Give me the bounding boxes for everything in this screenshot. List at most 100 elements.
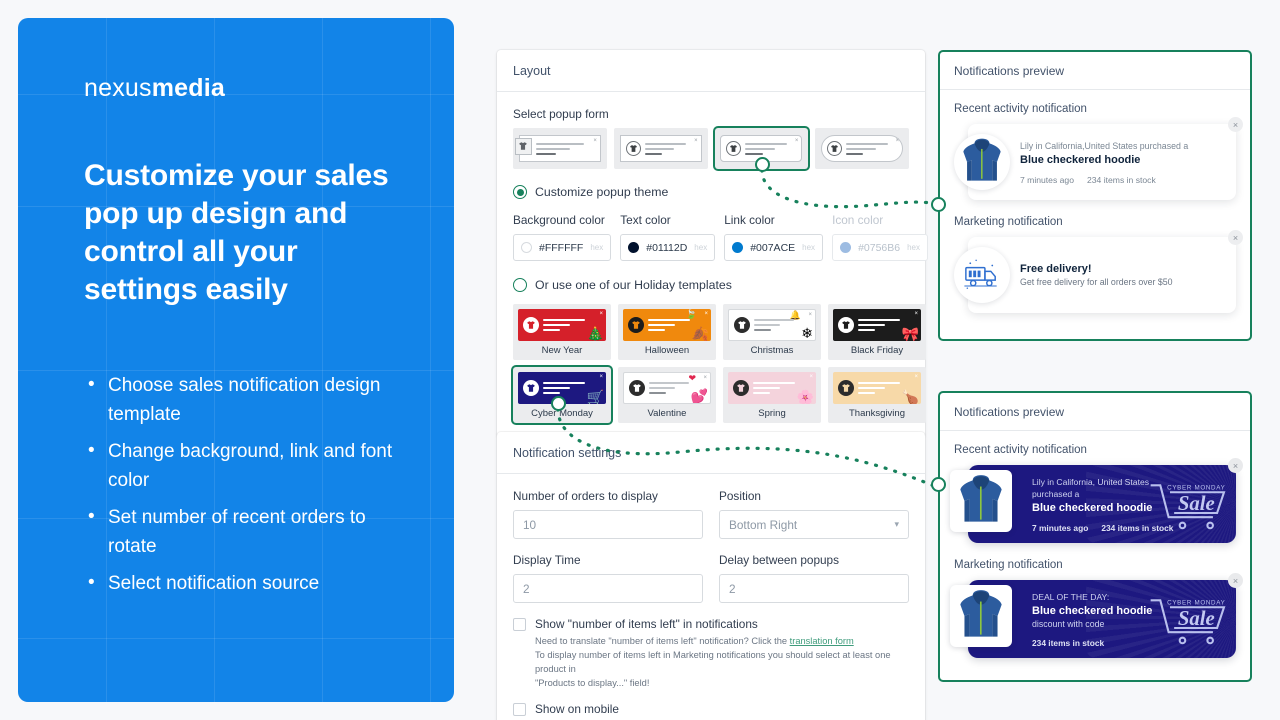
hero-bullet-item: Select notification source <box>84 568 408 598</box>
hero-panel: nexusmedia Customize your sales pop up d… <box>18 18 454 702</box>
recent-line-1: Lily in California,United States purchas… <box>1020 140 1189 151</box>
marketing-notification-dark: × DEAL OF THE DAY: Blue checkered hoodie… <box>950 573 1243 658</box>
display-time-label: Display Time <box>513 553 581 567</box>
show-on-mobile-row: Show on mobile <box>513 702 909 716</box>
recent-activity-notification: × Lily in California,United States purch… <box>954 117 1243 200</box>
template-christmas[interactable]: × ❄ 🔔 Christmas <box>723 304 821 360</box>
notifications-preview-default: Notifications preview Recent activity no… <box>938 50 1252 341</box>
radio-icon-selected <box>513 185 527 199</box>
position-label: Position <box>719 489 761 503</box>
template-name: Valentine <box>647 408 687 419</box>
product-avatar <box>954 134 1010 190</box>
popup-form-option-2[interactable]: × <box>613 128 708 169</box>
show-on-mobile-checkbox[interactable] <box>513 703 526 716</box>
template-name: Halloween <box>644 345 690 356</box>
show-items-left-checkbox[interactable] <box>513 618 526 631</box>
hero-bullet-item: Choose sales notification design templat… <box>84 370 408 429</box>
marketing-title: Blue checkered hoodie <box>1032 605 1153 617</box>
shirt-icon <box>523 317 539 333</box>
customize-popup-theme-radio[interactable]: Customize popup theme <box>513 185 909 199</box>
shirt-icon <box>838 317 854 333</box>
preview-top-recent-label: Recent activity notification <box>954 103 1087 115</box>
orders-input[interactable]: 10 <box>513 510 703 539</box>
position-field: Position Bottom Right ▾ <box>719 489 909 539</box>
text-color-input[interactable]: #01112D hex <box>620 234 716 261</box>
display-time-field: Display Time 2 <box>513 553 703 603</box>
color-fields: Background color #FFFFFF hex Text color … <box>513 213 929 261</box>
color-swatch <box>628 242 640 253</box>
background-color-label: Background color <box>513 213 605 227</box>
notification-settings-panel: Notification settings Number of orders t… <box>497 432 925 720</box>
close-icon: × <box>704 311 708 317</box>
template-name: Christmas <box>750 345 794 356</box>
product-thumbnail <box>950 585 1012 647</box>
close-icon: × <box>794 138 799 144</box>
shirt-icon <box>734 317 750 333</box>
decoration-icon-2: 🍃 <box>685 309 697 319</box>
hex-tag: hex <box>694 243 708 252</box>
holiday-templates-radio[interactable]: Or use one of our Holiday templates <box>513 278 909 292</box>
shirt-icon <box>733 380 749 396</box>
template-black-friday[interactable]: × 🎀 Black Friday <box>828 304 926 360</box>
link-color-input[interactable]: #007ACE hex <box>724 234 824 261</box>
popup-form-option-1[interactable]: × <box>513 128 607 169</box>
recent-product-title: Blue checkered hoodie <box>1020 153 1141 166</box>
close-icon: × <box>914 311 918 317</box>
close-icon: × <box>599 374 603 380</box>
text-color-value: #01112D <box>646 241 688 254</box>
hex-tag: hex <box>590 243 604 252</box>
display-time-input[interactable]: 2 <box>513 574 703 603</box>
icon-color-label: Icon color <box>832 213 884 227</box>
shirt-icon <box>629 380 645 396</box>
text-color-label: Text color <box>620 213 671 227</box>
show-items-left-label: Show "number of items left" in notificat… <box>535 617 758 631</box>
marketing-subtitle: Get free delivery for all orders over $5… <box>1020 277 1173 287</box>
delay-field: Delay between popups 2 <box>719 553 909 603</box>
delay-input[interactable]: 2 <box>719 574 909 603</box>
connector-knob-form <box>755 157 770 172</box>
template-valentine[interactable]: × 💕 ❤ Valentine <box>618 367 716 423</box>
connector-knob-preview-bottom <box>931 477 946 492</box>
template-thanksgiving[interactable]: × 🍗 Thanksgiving <box>828 367 926 423</box>
close-icon: × <box>593 138 597 144</box>
close-icon: × <box>895 138 900 144</box>
template-new-year[interactable]: × 🎄 New Year <box>513 304 611 360</box>
recent-line-1: Lily in California, United States <box>1032 477 1150 487</box>
show-on-mobile-label: Show on mobile <box>535 702 619 716</box>
shirt-icon <box>514 137 532 155</box>
preview-top-title: Notifications preview <box>940 52 1250 90</box>
preview-top-marketing-label: Marketing notification <box>954 216 1063 228</box>
icon-color-value: #0756B6 <box>858 241 901 254</box>
position-select[interactable]: Bottom Right ▾ <box>719 510 909 539</box>
notifications-preview-cyber-monday: Notifications preview Recent activity no… <box>938 391 1252 682</box>
background-color-input[interactable]: #FFFFFF hex <box>513 234 612 261</box>
delay-label: Delay between popups <box>719 553 840 567</box>
close-icon[interactable]: × <box>1228 117 1243 132</box>
translation-form-link[interactable]: translation form <box>790 636 854 646</box>
help-line-1: Need to translate "number of items left"… <box>535 636 790 646</box>
select-popup-form-label: Select popup form <box>513 107 609 121</box>
customize-popup-theme-label: Customize popup theme <box>535 185 669 199</box>
close-icon: × <box>809 374 813 380</box>
holiday-template-grid: × 🎄 New Year × 🍂 � <box>513 304 926 423</box>
template-halloween[interactable]: × 🍂 🍃 Halloween <box>618 304 716 360</box>
recent-activity-notification-dark: × Lily in California, United States purc… <box>950 458 1243 543</box>
icon-color-input[interactable]: #0756B6 hex <box>832 234 929 261</box>
chevron-down-icon: ▾ <box>894 519 899 529</box>
logo-bold-text: media <box>151 74 225 102</box>
preview-bottom-title: Notifications preview <box>940 393 1250 431</box>
template-cyber-monday[interactable]: × 🛒 Cyber Monday <box>513 367 611 423</box>
close-icon[interactable]: × <box>1228 230 1243 245</box>
screenshot-root: nexusmedia Customize your sales pop up d… <box>0 0 1280 720</box>
layout-panel: Layout Select popup form × × × × Customi… <box>497 50 929 437</box>
close-icon: × <box>599 311 603 317</box>
template-spring[interactable]: × 🌸 Spring <box>723 367 821 423</box>
logo-light-text: nexus <box>84 74 152 102</box>
hoodie-image <box>960 590 1002 637</box>
product-thumbnail <box>950 470 1012 532</box>
close-icon: × <box>914 374 918 380</box>
marketing-subtitle: discount with code <box>1032 619 1105 629</box>
position-value: Bottom Right <box>729 517 798 532</box>
shirt-icon <box>838 380 854 396</box>
popup-form-option-4[interactable]: × <box>815 128 909 169</box>
